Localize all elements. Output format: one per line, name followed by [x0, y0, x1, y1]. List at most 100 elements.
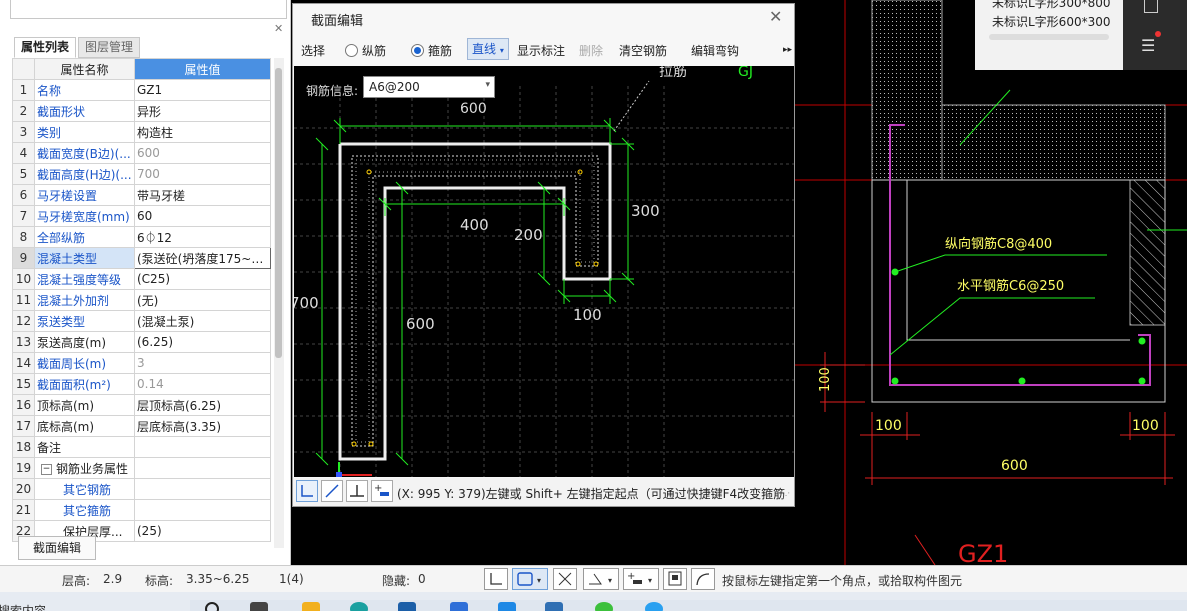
delete-button[interactable]: 删除 [579, 42, 603, 59]
table-row[interactable]: 10 混凝土强度等级 (C25) [12, 268, 271, 290]
browser-icon[interactable] [645, 602, 663, 611]
table-row[interactable]: 13 泵送高度(m) (6.25) [12, 331, 271, 353]
resize-grip-icon[interactable]: ⋰ [782, 491, 790, 500]
table-row[interactable]: 18 备注 [12, 436, 271, 458]
tab-layer-management[interactable]: 图层管理 [78, 37, 141, 58]
property-value[interactable]: GZ1 [134, 79, 271, 101]
property-value[interactable]: 60 [134, 205, 271, 227]
table-row[interactable]: 9 混凝土类型 (泵送砼(坍落度175~1... [12, 247, 271, 269]
property-value[interactable]: 层底标高(3.35) [134, 415, 271, 437]
app-icon-3[interactable] [545, 602, 563, 611]
angle-tool-icon[interactable]: ▾ [583, 568, 619, 590]
corner-draw-icon[interactable] [296, 480, 318, 502]
table-row[interactable]: 3 类别 构造柱 [12, 121, 271, 143]
property-value[interactable]: 600 [134, 142, 271, 164]
scrollbar-thumb[interactable] [275, 68, 282, 358]
table-row[interactable]: 6 马牙槎设置 带马牙槎 [12, 184, 271, 206]
offset-add-icon[interactable]: + [371, 480, 393, 502]
property-value[interactable]: (泵送砼(坍落度175~1... [134, 247, 271, 269]
perpendicular-icon[interactable] [346, 480, 368, 502]
table-row[interactable]: 16 顶标高(m) 层顶标高(6.25) [12, 394, 271, 416]
table-row[interactable]: 20 其它钢筋 [12, 478, 271, 500]
longitudinal-radio[interactable]: 纵筋 [345, 42, 386, 59]
folder-icon[interactable] [302, 602, 320, 611]
panel-scrollbar[interactable] [274, 58, 284, 548]
property-value[interactable]: 异形 [134, 100, 271, 122]
property-value[interactable]: 0.14 [134, 373, 271, 395]
display-toggle-icon[interactable] [663, 568, 687, 590]
table-row[interactable]: 4 截面宽度(B边)(... 600 [12, 142, 271, 164]
table-row[interactable]: 12 泵送类型 (混凝土泵) [12, 310, 271, 332]
chat-icon[interactable] [595, 602, 613, 611]
stirrup-radio[interactable]: 箍筋 [411, 42, 452, 59]
property-value[interactable] [134, 436, 271, 458]
property-value[interactable]: (无) [134, 289, 271, 311]
property-name: 截面形状 [34, 100, 135, 122]
popup-item-1[interactable]: 未标识L字形300*800 [992, 0, 1111, 11]
edit-hook-button[interactable]: 编辑弯钩 [691, 42, 739, 59]
select-button[interactable]: 选择 [301, 42, 325, 59]
property-value[interactable]: 3 [134, 352, 271, 374]
arc-tool-icon[interactable] [691, 568, 715, 590]
show-annotation-button[interactable]: 显示标注 [517, 42, 565, 59]
table-row[interactable]: 17 底标高(m) 层底标高(3.35) [12, 415, 271, 437]
table-row[interactable]: 7 马牙槎宽度(mm) 60 [12, 205, 271, 227]
table-row[interactable]: 11 混凝土外加剂 (无) [12, 289, 271, 311]
collapse-icon[interactable]: − [41, 463, 52, 475]
property-value[interactable]: (25) [134, 520, 271, 542]
property-value[interactable] [134, 478, 271, 500]
tab-property-list[interactable]: 属性列表 [14, 37, 77, 58]
property-value[interactable]: (6.25) [134, 331, 271, 353]
offset-tool-icon[interactable]: + ▾ [623, 568, 659, 590]
section-edit-button[interactable]: 截面编辑 [18, 536, 96, 560]
property-value[interactable]: 层顶标高(6.25) [134, 394, 271, 416]
table-row[interactable]: 19− 钢筋业务属性 [12, 457, 271, 479]
close-icon[interactable]: ✕ [769, 7, 782, 26]
table-row[interactable]: 14 截面周长(m) 3 [12, 352, 271, 374]
top-input-field[interactable] [10, 0, 287, 19]
line-mode-dropdown[interactable]: 直线 ▾ [467, 38, 509, 60]
property-value[interactable]: 带马牙槎 [134, 184, 271, 206]
panel-close-icon[interactable]: ✕ [274, 22, 283, 35]
canvas-dim-100: 100 [573, 306, 602, 324]
popup-item-2[interactable]: 未标识L字形600*300 [992, 13, 1111, 30]
property-value[interactable]: (C25) [134, 268, 271, 290]
popup-scrollbar[interactable] [989, 34, 1109, 40]
property-value[interactable]: 700 [134, 163, 271, 185]
shield-icon[interactable] [450, 602, 468, 611]
rect-select-icon[interactable]: ▾ [512, 568, 548, 590]
rebar-info-select[interactable]: A6@200 ▾ [363, 76, 495, 98]
corner-snap-icon[interactable] [484, 568, 508, 590]
task-view-icon[interactable] [250, 602, 268, 611]
table-row[interactable]: 21 其它箍筋 [12, 499, 271, 521]
phone-icon[interactable] [1144, 0, 1158, 13]
section-canvas[interactable]: 600 拉筋 GJ 400 200 300 700 600 100 钢筋信息: … [294, 66, 794, 477]
cross-select-icon[interactable] [553, 568, 577, 590]
row-index: 16 [12, 394, 35, 416]
property-name: 全部纵筋 [34, 226, 135, 248]
property-name: 马牙槎设置 [34, 184, 135, 206]
notification-dot-icon [1155, 31, 1161, 37]
taskbar-search-text[interactable]: 搜索内容 [0, 602, 46, 611]
property-name: − 钢筋业务属性 [34, 457, 135, 479]
clear-rebar-button[interactable]: 清空钢筋 [619, 42, 667, 59]
table-row[interactable]: 8 全部纵筋 6⏀12 [12, 226, 271, 248]
property-value[interactable]: 构造柱 [134, 121, 271, 143]
property-value[interactable]: (混凝土泵) [134, 310, 271, 332]
app-icon-2[interactable] [498, 602, 516, 611]
cad-drawing-area[interactable]: 纵向钢筋C8@400 水平钢筋C6@250 100 100 100 600 GZ… [795, 0, 1187, 565]
property-value[interactable] [134, 499, 271, 521]
property-value[interactable] [134, 457, 271, 479]
table-row[interactable]: 1 名称 GZ1 [12, 79, 271, 101]
property-value[interactable]: 6⏀12 [134, 226, 271, 248]
edge-icon[interactable] [350, 602, 368, 611]
diagonal-draw-icon[interactable] [321, 480, 343, 502]
table-row[interactable]: 2 截面形状 异形 [12, 100, 271, 122]
search-icon[interactable] [205, 602, 219, 611]
canvas-dim-400: 400 [460, 216, 489, 234]
table-row[interactable]: 5 截面高度(H边)(... 700 [12, 163, 271, 185]
more-tools-icon[interactable]: ▸▸ [783, 45, 792, 55]
menu-icon[interactable]: ☰ [1141, 36, 1155, 55]
table-row[interactable]: 15 截面面积(m²) 0.14 [12, 373, 271, 395]
app-icon-1[interactable] [398, 602, 416, 611]
